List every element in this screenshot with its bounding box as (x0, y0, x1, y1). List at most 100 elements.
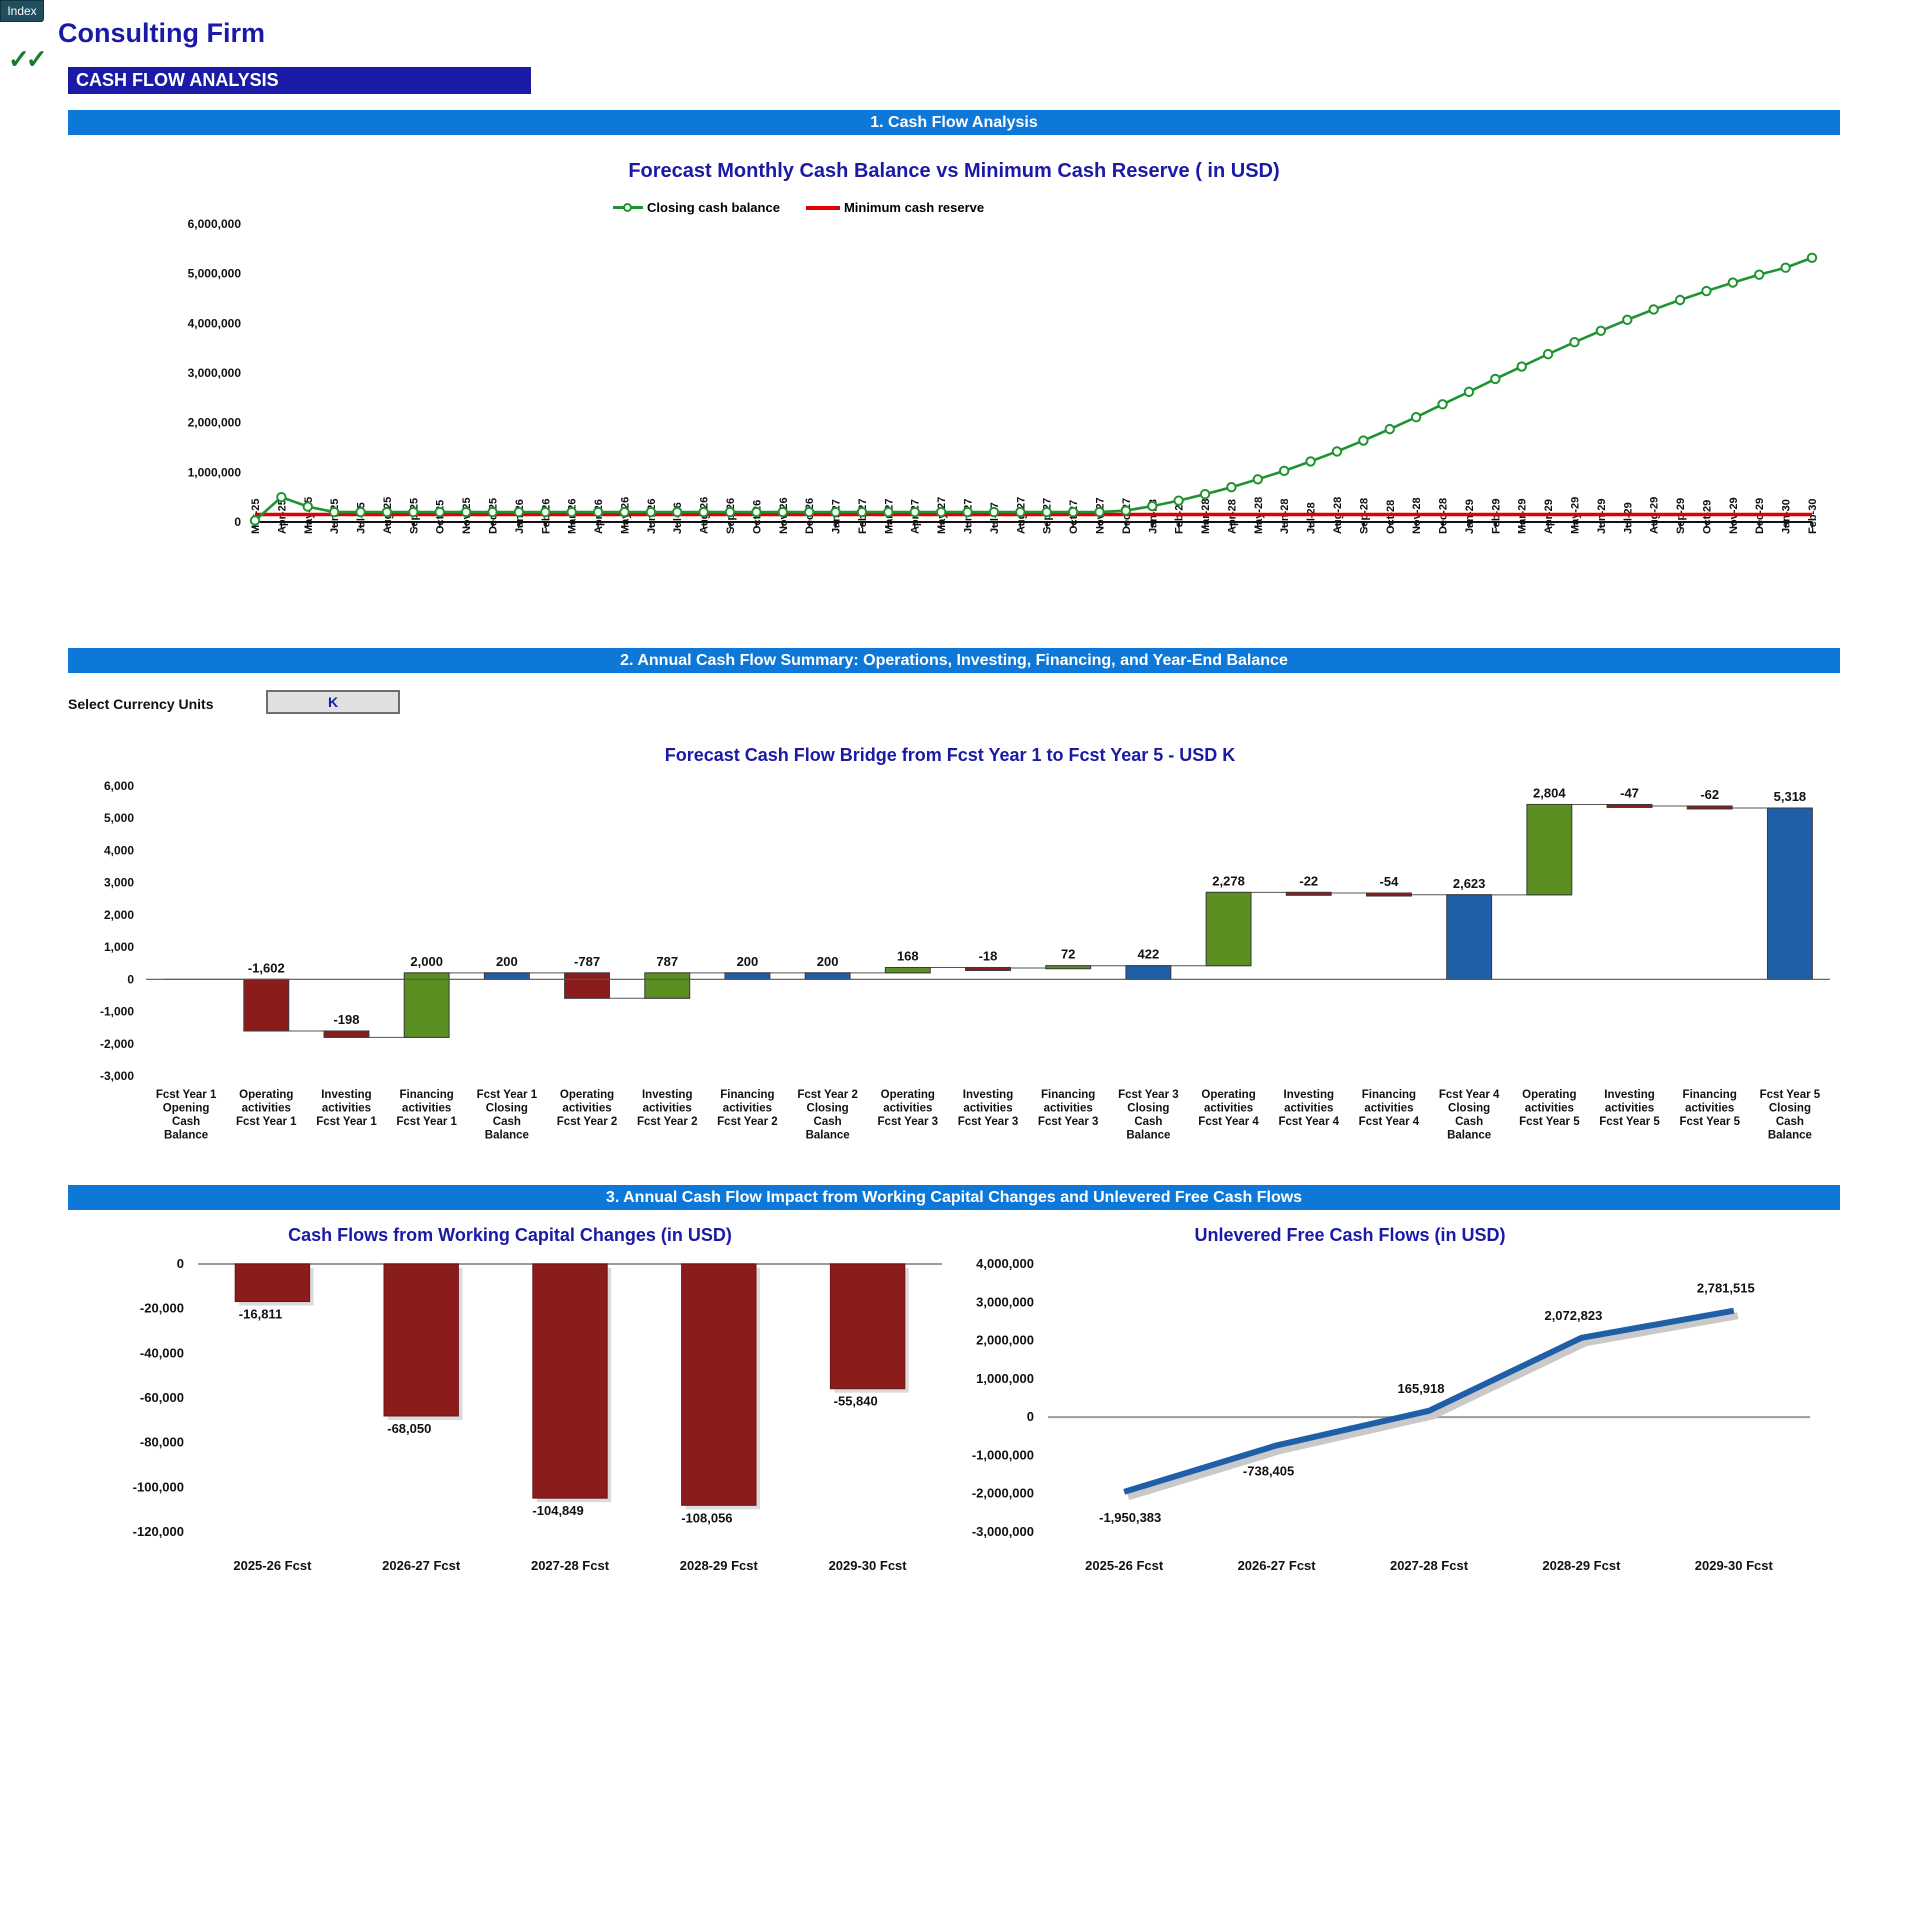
svg-text:72: 72 (1061, 947, 1075, 962)
svg-text:2,072,823: 2,072,823 (1544, 1308, 1602, 1323)
svg-text:-47: -47 (1620, 785, 1639, 800)
svg-text:-787: -787 (574, 954, 600, 969)
svg-text:Cash: Cash (493, 1116, 521, 1128)
svg-text:2,000,000: 2,000,000 (976, 1333, 1034, 1348)
svg-text:Apr-25: Apr-25 (276, 499, 288, 534)
svg-text:Jan-30: Jan-30 (1781, 499, 1793, 534)
svg-text:-22: -22 (1299, 873, 1318, 888)
svg-text:Fcst Year 1: Fcst Year 1 (236, 1116, 297, 1128)
svg-text:Balance: Balance (1447, 1130, 1491, 1142)
svg-text:Investing: Investing (321, 1089, 371, 1101)
svg-text:6,000,000: 6,000,000 (188, 217, 242, 231)
index-tab[interactable]: Index (0, 0, 44, 22)
currency-units-label: Select Currency Units (68, 696, 214, 712)
svg-text:2028-29 Fcst: 2028-29 Fcst (1542, 1558, 1621, 1573)
line-swatch-icon (613, 203, 643, 212)
section-banner-2: 2. Annual Cash Flow Summary: Operations,… (68, 648, 1840, 673)
svg-text:activities: activities (1605, 1103, 1654, 1115)
svg-text:Balance: Balance (1768, 1130, 1812, 1142)
svg-text:Investing: Investing (1604, 1089, 1654, 1101)
svg-text:-1,950,383: -1,950,383 (1099, 1510, 1161, 1525)
chart4-title: Unlevered Free Cash Flows (in USD) (1194, 1225, 1506, 1245)
section-banner-1: 1. Cash Flow Analysis (68, 110, 1840, 135)
currency-units-select[interactable]: K (266, 690, 400, 714)
svg-text:3,000,000: 3,000,000 (976, 1294, 1034, 1309)
chart3-title: Cash Flows from Working Capital Changes … (288, 1225, 732, 1245)
svg-text:2026-27 Fcst: 2026-27 Fcst (382, 1558, 461, 1573)
svg-text:2028-29 Fcst: 2028-29 Fcst (680, 1558, 759, 1573)
svg-text:4,000: 4,000 (104, 843, 134, 857)
svg-text:Fcst Year 5: Fcst Year 5 (1519, 1116, 1580, 1128)
svg-text:-60,000: -60,000 (140, 1390, 184, 1405)
svg-text:2025-26 Fcst: 2025-26 Fcst (1085, 1558, 1164, 1573)
svg-text:activities: activities (562, 1103, 611, 1115)
svg-text:165,918: 165,918 (1398, 1381, 1445, 1396)
svg-text:Cash: Cash (1776, 1116, 1804, 1128)
svg-text:200: 200 (737, 954, 759, 969)
svg-text:-2,000: -2,000 (100, 1037, 134, 1051)
svg-text:Financing: Financing (1041, 1089, 1095, 1101)
unlevered-fcf-chart: 4,000,000 3,000,000 2,000,000 1,000,000 0 -1,… (900, 1250, 1840, 1590)
svg-text:4,000,000: 4,000,000 (976, 1256, 1034, 1271)
svg-text:Fcst Year 2: Fcst Year 2 (557, 1116, 618, 1128)
svg-text:200: 200 (817, 954, 839, 969)
svg-text:activities: activities (402, 1103, 451, 1115)
svg-text:-104,849: -104,849 (532, 1503, 583, 1518)
svg-text:Oct-29: Oct-29 (1701, 500, 1713, 534)
svg-text:5,000,000: 5,000,000 (188, 267, 242, 281)
svg-text:-3,000,000: -3,000,000 (972, 1524, 1034, 1539)
page-subtitle-banner: CASH FLOW ANALYSIS (68, 67, 531, 94)
svg-text:Fcst Year 2: Fcst Year 2 (717, 1116, 778, 1128)
svg-text:activities: activities (723, 1103, 772, 1115)
svg-text:Closing: Closing (1448, 1103, 1490, 1115)
svg-text:activities: activities (1284, 1103, 1333, 1115)
svg-text:Opening: Opening (163, 1103, 210, 1115)
svg-text:0: 0 (177, 1256, 184, 1271)
svg-text:Fcst Year 1: Fcst Year 1 (156, 1089, 217, 1101)
svg-text:Balance: Balance (1126, 1130, 1170, 1142)
svg-text:Cash: Cash (1455, 1116, 1483, 1128)
svg-text:-100,000: -100,000 (133, 1479, 184, 1494)
svg-text:Operating: Operating (1201, 1089, 1255, 1101)
svg-text:-20,000: -20,000 (140, 1301, 184, 1316)
svg-text:2,623: 2,623 (1453, 876, 1486, 891)
svg-text:-3,000: -3,000 (100, 1069, 134, 1083)
svg-text:Fcst Year 3: Fcst Year 3 (958, 1116, 1019, 1128)
svg-text:Fcst Year 2: Fcst Year 2 (637, 1116, 698, 1128)
svg-text:3,000: 3,000 (104, 876, 134, 890)
svg-text:-80,000: -80,000 (140, 1435, 184, 1450)
svg-text:Closing: Closing (807, 1103, 849, 1115)
monthly-cash-balance-chart: 6,000,000 5,000,000 4,000,000 3,000,000 2,00… (140, 212, 1840, 632)
svg-text:2025-26 Fcst: 2025-26 Fcst (233, 1558, 312, 1573)
svg-text:activities: activities (1525, 1103, 1574, 1115)
svg-text:6,000: 6,000 (104, 779, 134, 793)
svg-text:Apr-28: Apr-28 (1226, 499, 1238, 534)
svg-text:Financing: Financing (400, 1089, 454, 1101)
svg-text:2,000: 2,000 (104, 908, 134, 922)
svg-text:1,000,000: 1,000,000 (976, 1371, 1034, 1386)
svg-text:1,000,000: 1,000,000 (188, 465, 242, 479)
svg-text:3,000,000: 3,000,000 (188, 366, 242, 380)
svg-text:activities: activities (643, 1103, 692, 1115)
svg-text:Fcst Year 5: Fcst Year 5 (1760, 1089, 1821, 1101)
svg-text:Fcst Year 1: Fcst Year 1 (316, 1116, 377, 1128)
svg-text:Fcst Year 3: Fcst Year 3 (1118, 1089, 1179, 1101)
svg-text:Financing: Financing (1683, 1089, 1737, 1101)
svg-text:-40,000: -40,000 (140, 1345, 184, 1360)
svg-text:Fcst Year 5: Fcst Year 5 (1599, 1116, 1660, 1128)
svg-text:Closing: Closing (1769, 1103, 1811, 1115)
svg-text:2029-30 Fcst: 2029-30 Fcst (829, 1558, 908, 1573)
page-title: Consulting Firm (58, 18, 265, 48)
svg-text:Investing: Investing (1284, 1089, 1334, 1101)
svg-text:5,318: 5,318 (1774, 789, 1807, 804)
svg-text:-198: -198 (333, 1012, 359, 1027)
svg-text:2,781,515: 2,781,515 (1697, 1281, 1755, 1296)
svg-text:-68,050: -68,050 (387, 1421, 431, 1436)
svg-text:Closing: Closing (1127, 1103, 1169, 1115)
cash-flow-bridge-chart: 6,000 5,000 4,000 3,000 2,000 1,000 0 -1,000 -2,… (68, 760, 1840, 1180)
svg-text:2,278: 2,278 (1212, 873, 1245, 888)
svg-text:2029-30 Fcst: 2029-30 Fcst (1695, 1558, 1774, 1573)
svg-text:Operating: Operating (239, 1089, 293, 1101)
svg-text:-54: -54 (1380, 874, 1400, 889)
svg-text:activities: activities (1204, 1103, 1253, 1115)
